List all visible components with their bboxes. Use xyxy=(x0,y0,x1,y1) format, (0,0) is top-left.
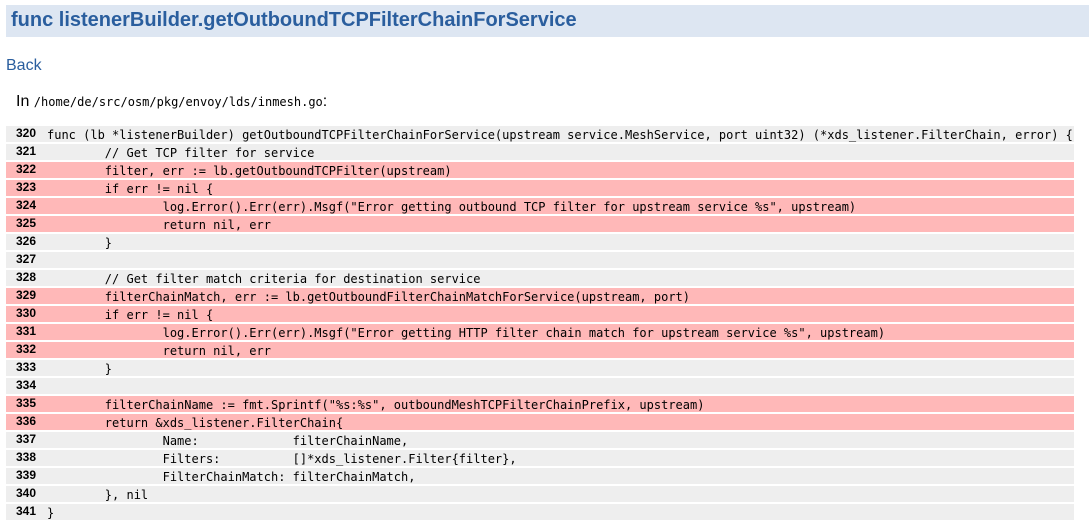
line-number: 321 xyxy=(6,144,36,160)
line-source: return &xds_listener.FilterChain{ xyxy=(47,416,344,430)
line-source: filterChainName := fmt.Sprintf("%s:%s", … xyxy=(47,398,705,412)
code-line-uncovered: 325 return nil, err xyxy=(6,216,1074,232)
code-line-uncovered: 330 if err != nil { xyxy=(6,306,1074,322)
line-source: Filters: []*xds_listener.Filter{filter}, xyxy=(47,452,517,466)
code-line: 338 Filters: []*xds_listener.Filter{filt… xyxy=(6,450,1074,466)
line-number: 335 xyxy=(6,396,36,412)
code-line-uncovered: 331 log.Error().Err(err).Msgf("Error get… xyxy=(6,324,1074,340)
line-number: 331 xyxy=(6,324,36,340)
code-line: 321 // Get TCP filter for service xyxy=(6,144,1074,160)
source-code-listing: 320 func (lb *listenerBuilder) getOutboun… xyxy=(6,126,1074,522)
line-source xyxy=(36,378,1074,394)
code-line-uncovered: 329 filterChainMatch, err := lb.getOutbo… xyxy=(6,288,1074,304)
code-line: 337 Name: filterChainName, xyxy=(6,432,1074,448)
code-line-uncovered: 335 filterChainName := fmt.Sprintf("%s:%… xyxy=(6,396,1074,412)
code-line: 339 FilterChainMatch: filterChainMatch, xyxy=(6,468,1074,484)
line-number: 332 xyxy=(6,342,36,358)
line-number: 325 xyxy=(6,216,36,232)
line-number: 326 xyxy=(6,234,36,250)
line-source: // Get filter match criteria for destina… xyxy=(47,272,481,286)
line-source: // Get TCP filter for service xyxy=(47,146,315,160)
line-source: }, nil xyxy=(47,488,149,502)
line-source: FilterChainMatch: filterChainMatch, xyxy=(47,470,416,484)
line-number: 341 xyxy=(6,504,36,520)
code-line-uncovered: 324 log.Error().Err(err).Msgf("Error get… xyxy=(6,198,1074,214)
line-number: 327 xyxy=(6,252,36,268)
line-source: filter, err := lb.getOutboundTCPFilter(u… xyxy=(47,164,452,178)
code-line-uncovered: 322 filter, err := lb.getOutboundTCPFilt… xyxy=(6,162,1074,178)
line-source: } xyxy=(47,362,113,376)
line-number: 324 xyxy=(6,198,36,214)
line-number: 340 xyxy=(6,486,36,502)
code-line: 320 func (lb *listenerBuilder) getOutboun… xyxy=(6,126,1074,142)
line-source: return nil, err xyxy=(47,344,271,358)
line-number: 323 xyxy=(6,180,36,196)
line-number: 334 xyxy=(6,378,36,394)
file-location-prefix: In xyxy=(16,93,34,110)
file-path: /home/de/src/osm/pkg/envoy/lds/inmesh.go xyxy=(33,95,323,109)
line-number: 330 xyxy=(6,306,36,322)
code-line: 334 xyxy=(6,378,1074,394)
page-title: func listenerBuilder.getOutboundTCPFilte… xyxy=(11,9,577,31)
line-number: 320 xyxy=(6,126,36,142)
code-line-uncovered: 332 return nil, err xyxy=(6,342,1074,358)
code-line: 341} xyxy=(6,504,1074,520)
file-location-suffix: : xyxy=(322,93,328,110)
line-source: } xyxy=(47,236,113,250)
line-source: log.Error().Err(err).Msgf("Error getting… xyxy=(47,200,857,214)
line-number: 336 xyxy=(6,414,36,430)
line-source: if err != nil { xyxy=(47,308,214,322)
code-line: 326 } xyxy=(6,234,1074,250)
code-line-uncovered: 323 if err != nil { xyxy=(6,180,1074,196)
line-number: 339 xyxy=(6,468,36,484)
line-source: return nil, err xyxy=(47,218,271,232)
file-location: In /home/de/src/osm/pkg/envoy/lds/inmesh… xyxy=(16,92,327,112)
line-number: 337 xyxy=(6,432,36,448)
line-source: func (lb *listenerBuilder) getOutboundTC… xyxy=(47,128,1073,142)
code-line: 327 xyxy=(6,252,1074,268)
line-source: } xyxy=(47,506,55,520)
line-source: filterChainMatch, err := lb.getOutboundF… xyxy=(47,290,690,304)
code-line-uncovered: 336 return &xds_listener.FilterChain{ xyxy=(6,414,1074,430)
line-number: 333 xyxy=(6,360,36,376)
code-line: 333 } xyxy=(6,360,1074,376)
line-source: Name: filterChainName, xyxy=(47,434,409,448)
code-line: 340 }, nil xyxy=(6,486,1074,502)
line-number: 328 xyxy=(6,270,36,286)
page-header: func listenerBuilder.getOutboundTCPFilte… xyxy=(6,5,1089,37)
code-line: 328 // Get filter match criteria for des… xyxy=(6,270,1074,286)
back-link[interactable]: Back xyxy=(6,56,42,76)
line-source: if err != nil { xyxy=(47,182,214,196)
line-number: 322 xyxy=(6,162,36,178)
line-number: 329 xyxy=(6,288,36,304)
line-number: 338 xyxy=(6,450,36,466)
line-source xyxy=(36,252,1074,268)
line-source: log.Error().Err(err).Msgf("Error getting… xyxy=(47,326,886,340)
